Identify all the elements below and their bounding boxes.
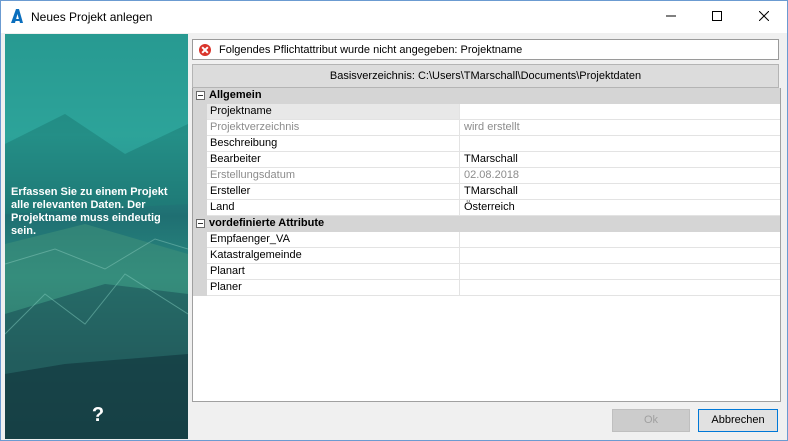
category-allgemein[interactable]: Allgemein [193, 88, 780, 104]
property-grid: Allgemein Projektname Projektverzeichnis… [192, 88, 781, 402]
help-icon[interactable]: ? [89, 404, 107, 426]
property-value-planart[interactable] [460, 264, 780, 280]
property-value-planer[interactable] [460, 280, 780, 296]
close-icon [758, 10, 770, 24]
property-row-ersteller[interactable]: Ersteller TMarschall [193, 184, 780, 200]
property-value-projektverzeichnis: wird erstellt [460, 120, 780, 136]
cancel-button[interactable]: Abbrechen [698, 409, 778, 432]
property-name: Projektname [207, 104, 460, 120]
property-row-beschreibung[interactable]: Beschreibung [193, 136, 780, 152]
property-value-katastralgemeinde[interactable] [460, 248, 780, 264]
property-row-empfaenger-va[interactable]: Empfaenger_VA [193, 232, 780, 248]
property-value-land[interactable]: Österreich [460, 200, 780, 216]
property-name: Katastralgemeinde [207, 248, 460, 264]
property-row-planer[interactable]: Planer [193, 280, 780, 296]
category-vordefinierte-attribute[interactable]: vordefinierte Attribute [193, 216, 780, 232]
property-name: Land [207, 200, 460, 216]
row-gutter [193, 264, 207, 280]
error-circle-icon [199, 44, 211, 56]
row-gutter [193, 280, 207, 296]
property-row-projektname[interactable]: Projektname [193, 104, 780, 120]
info-text: Erfassen Sie zu einem Projekt alle relev… [11, 186, 168, 237]
property-value-ersteller[interactable]: TMarschall [460, 184, 780, 200]
maximize-icon [712, 10, 722, 24]
row-gutter [193, 152, 207, 168]
property-name: Planer [207, 280, 460, 296]
row-gutter [193, 248, 207, 264]
row-gutter [193, 232, 207, 248]
property-row-projektverzeichnis: Projektverzeichnis wird erstellt [193, 120, 780, 136]
property-name: Erstellungsdatum [207, 168, 460, 184]
left-info-panel: Erfassen Sie zu einem Projekt alle relev… [5, 34, 188, 439]
ok-button[interactable]: Ok [612, 409, 690, 432]
property-value-erstellungsdatum: 02.08.2018 [460, 168, 780, 184]
property-name: Empfaenger_VA [207, 232, 460, 248]
error-text: Folgendes Pflichtattribut wurde nicht an… [219, 44, 523, 56]
row-gutter [193, 136, 207, 152]
maximize-button[interactable] [694, 1, 740, 33]
property-value-bearbeiter[interactable]: TMarschall [460, 152, 780, 168]
property-value-projektname[interactable] [460, 104, 780, 120]
property-name: Planart [207, 264, 460, 280]
category-label: Allgemein [209, 89, 262, 101]
property-row-bearbeiter[interactable]: Bearbeiter TMarschall [193, 152, 780, 168]
title-bar: Neues Projekt anlegen [1, 1, 787, 33]
property-name: Ersteller [207, 184, 460, 200]
property-name: Projektverzeichnis [207, 120, 460, 136]
property-row-land[interactable]: Land Österreich [193, 200, 780, 216]
row-gutter [193, 184, 207, 200]
row-gutter [193, 200, 207, 216]
property-row-erstellungsdatum: Erstellungsdatum 02.08.2018 [193, 168, 780, 184]
close-button[interactable] [741, 1, 787, 33]
collapse-icon[interactable] [196, 219, 205, 228]
row-gutter [193, 120, 207, 136]
property-name: Bearbeiter [207, 152, 460, 168]
autodesk-a-icon [9, 8, 25, 24]
property-row-planart[interactable]: Planart [193, 264, 780, 280]
base-directory-label: Basisverzeichnis: C:\Users\TMarschall\Do… [192, 64, 779, 88]
row-gutter [193, 104, 207, 120]
property-row-katastralgemeinde[interactable]: Katastralgemeinde [193, 248, 780, 264]
row-gutter [193, 168, 207, 184]
collapse-icon[interactable] [196, 91, 205, 100]
minimize-icon [666, 11, 676, 24]
property-name: Beschreibung [207, 136, 460, 152]
minimize-button[interactable] [648, 1, 694, 33]
dialog-window: Neues Projekt anlegen Erfassen Sie zu ei… [0, 0, 788, 441]
window-title: Neues Projekt anlegen [31, 10, 153, 24]
property-value-empfaenger-va[interactable] [460, 232, 780, 248]
error-message-box: Folgendes Pflichtattribut wurde nicht an… [192, 39, 779, 60]
category-label: vordefinierte Attribute [209, 217, 325, 229]
property-value-beschreibung[interactable] [460, 136, 780, 152]
